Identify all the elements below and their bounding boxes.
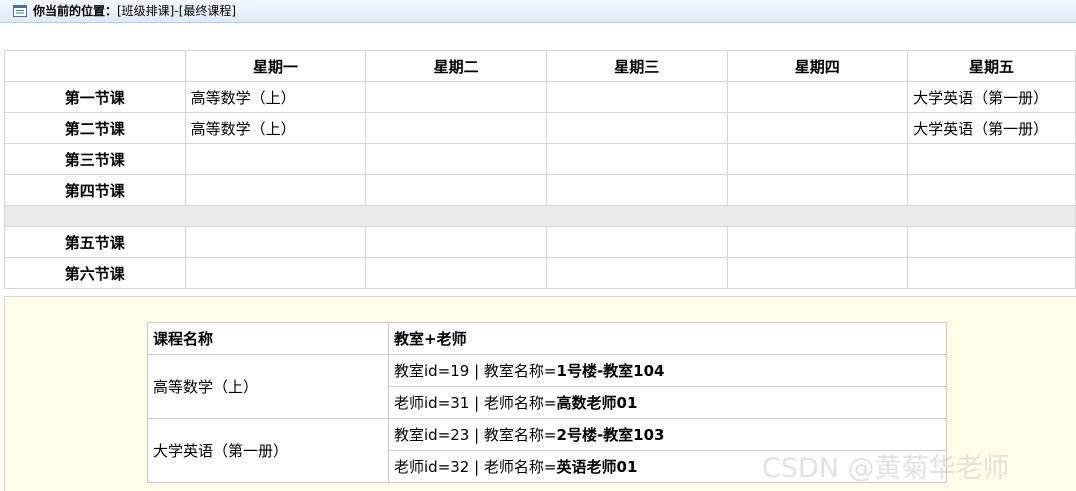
- room-prefix: 教室id=23 | 教室名称=: [394, 426, 557, 444]
- period-label: 第一节课: [4, 81, 186, 113]
- day-header: 星期一: [184, 50, 367, 82]
- schedule-cell: [184, 257, 367, 289]
- teacher-name: 高数老师01: [556, 394, 638, 412]
- schedule-cell: 高等数学（上）: [184, 112, 367, 144]
- schedule-cell: 大学英语（第一册）: [907, 81, 1076, 113]
- room-name: 1号楼-教室104: [556, 362, 665, 380]
- schedule-table: 星期一 星期二 星期三 星期四 星期五 第一节课 高等数学（上） 大学英语（第一…: [4, 50, 1076, 289]
- schedule-cell: [545, 174, 728, 206]
- room-info: 教室id=19 | 教室名称=1号楼-教室104: [388, 354, 947, 387]
- schedule-cell: [726, 143, 909, 175]
- schedule-cell: [726, 226, 909, 258]
- list-icon: [13, 5, 27, 17]
- period-row: 第四节课: [4, 174, 1076, 206]
- period-label: 第四节课: [4, 174, 186, 206]
- room-name: 2号楼-教室103: [556, 426, 665, 444]
- schedule-cell: [545, 257, 728, 289]
- lunch-divider-row: [4, 205, 1076, 227]
- day-header: 星期四: [726, 50, 909, 82]
- schedule-cell: [907, 257, 1076, 289]
- teacher-prefix: 老师id=31 | 老师名称=: [394, 394, 557, 412]
- course-name: 高等数学（上）: [147, 354, 389, 419]
- schedule-cell: [907, 143, 1076, 175]
- schedule-cell: [726, 81, 909, 113]
- schedule-cell: [184, 174, 367, 206]
- schedule-cell: [545, 112, 728, 144]
- schedule-cell: [545, 226, 728, 258]
- schedule-cell: [365, 257, 547, 289]
- course-name: 大学英语（第一册）: [147, 418, 389, 483]
- schedule-cell: [545, 143, 728, 175]
- period-row: 第一节课 高等数学（上） 大学英语（第一册）: [4, 81, 1076, 113]
- period-label: 第三节课: [4, 143, 186, 175]
- schedule-cell: [726, 174, 909, 206]
- teacher-prefix: 老师id=32 | 老师名称=: [394, 458, 557, 476]
- schedule-cell: [365, 112, 547, 144]
- period-row: 第六节课: [4, 257, 1076, 289]
- period-label: 第六节课: [4, 257, 186, 289]
- schedule-cell: [907, 174, 1076, 206]
- day-header: 星期三: [545, 50, 728, 82]
- schedule-cell: [365, 143, 547, 175]
- watermark: CSDN @黄菊华老师: [762, 453, 1010, 484]
- schedule-cell: [545, 81, 728, 113]
- period-row: 第五节课: [4, 226, 1076, 258]
- room-prefix: 教室id=19 | 教室名称=: [394, 362, 557, 380]
- column-header-room-teacher: 教室+老师: [388, 322, 947, 355]
- period-row: 第二节课 高等数学（上） 大学英语（第一册）: [4, 112, 1076, 144]
- period-label: 第二节课: [4, 112, 186, 144]
- schedule-cell: 高等数学（上）: [184, 81, 367, 113]
- breadcrumb: [班级排课]-[最终课程]: [117, 4, 237, 18]
- schedule-cell: [365, 81, 547, 113]
- location-label: 你当前的位置：: [33, 4, 118, 18]
- schedule-cell: 大学英语（第一册）: [907, 112, 1076, 144]
- schedule-cell: [726, 257, 909, 289]
- column-header-course: 课程名称: [147, 322, 389, 355]
- schedule-cell: [907, 226, 1076, 258]
- schedule-cell: [184, 226, 367, 258]
- schedule-cell: [726, 112, 909, 144]
- corner-cell: [4, 50, 186, 82]
- period-row: 第三节课: [4, 143, 1076, 175]
- day-header: 星期二: [365, 50, 547, 82]
- teacher-name: 英语老师01: [556, 458, 638, 476]
- schedule-header-row: 星期一 星期二 星期三 星期四 星期五: [4, 50, 1076, 82]
- period-label: 第五节课: [4, 226, 186, 258]
- detail-header-row: 课程名称 教室+老师: [147, 322, 947, 355]
- location-bar: 你当前的位置： [班级排课]-[最终课程]: [0, 0, 1076, 23]
- lunch-divider: [4, 205, 1076, 227]
- teacher-info: 老师id=31 | 老师名称=高数老师01: [388, 386, 947, 419]
- day-header: 星期五: [907, 50, 1076, 82]
- schedule-cell: [365, 174, 547, 206]
- detail-row: 高等数学（上） 教室id=19 | 教室名称=1号楼-教室104: [147, 354, 947, 419]
- schedule-cell: [184, 143, 367, 175]
- schedule-cell: [365, 226, 547, 258]
